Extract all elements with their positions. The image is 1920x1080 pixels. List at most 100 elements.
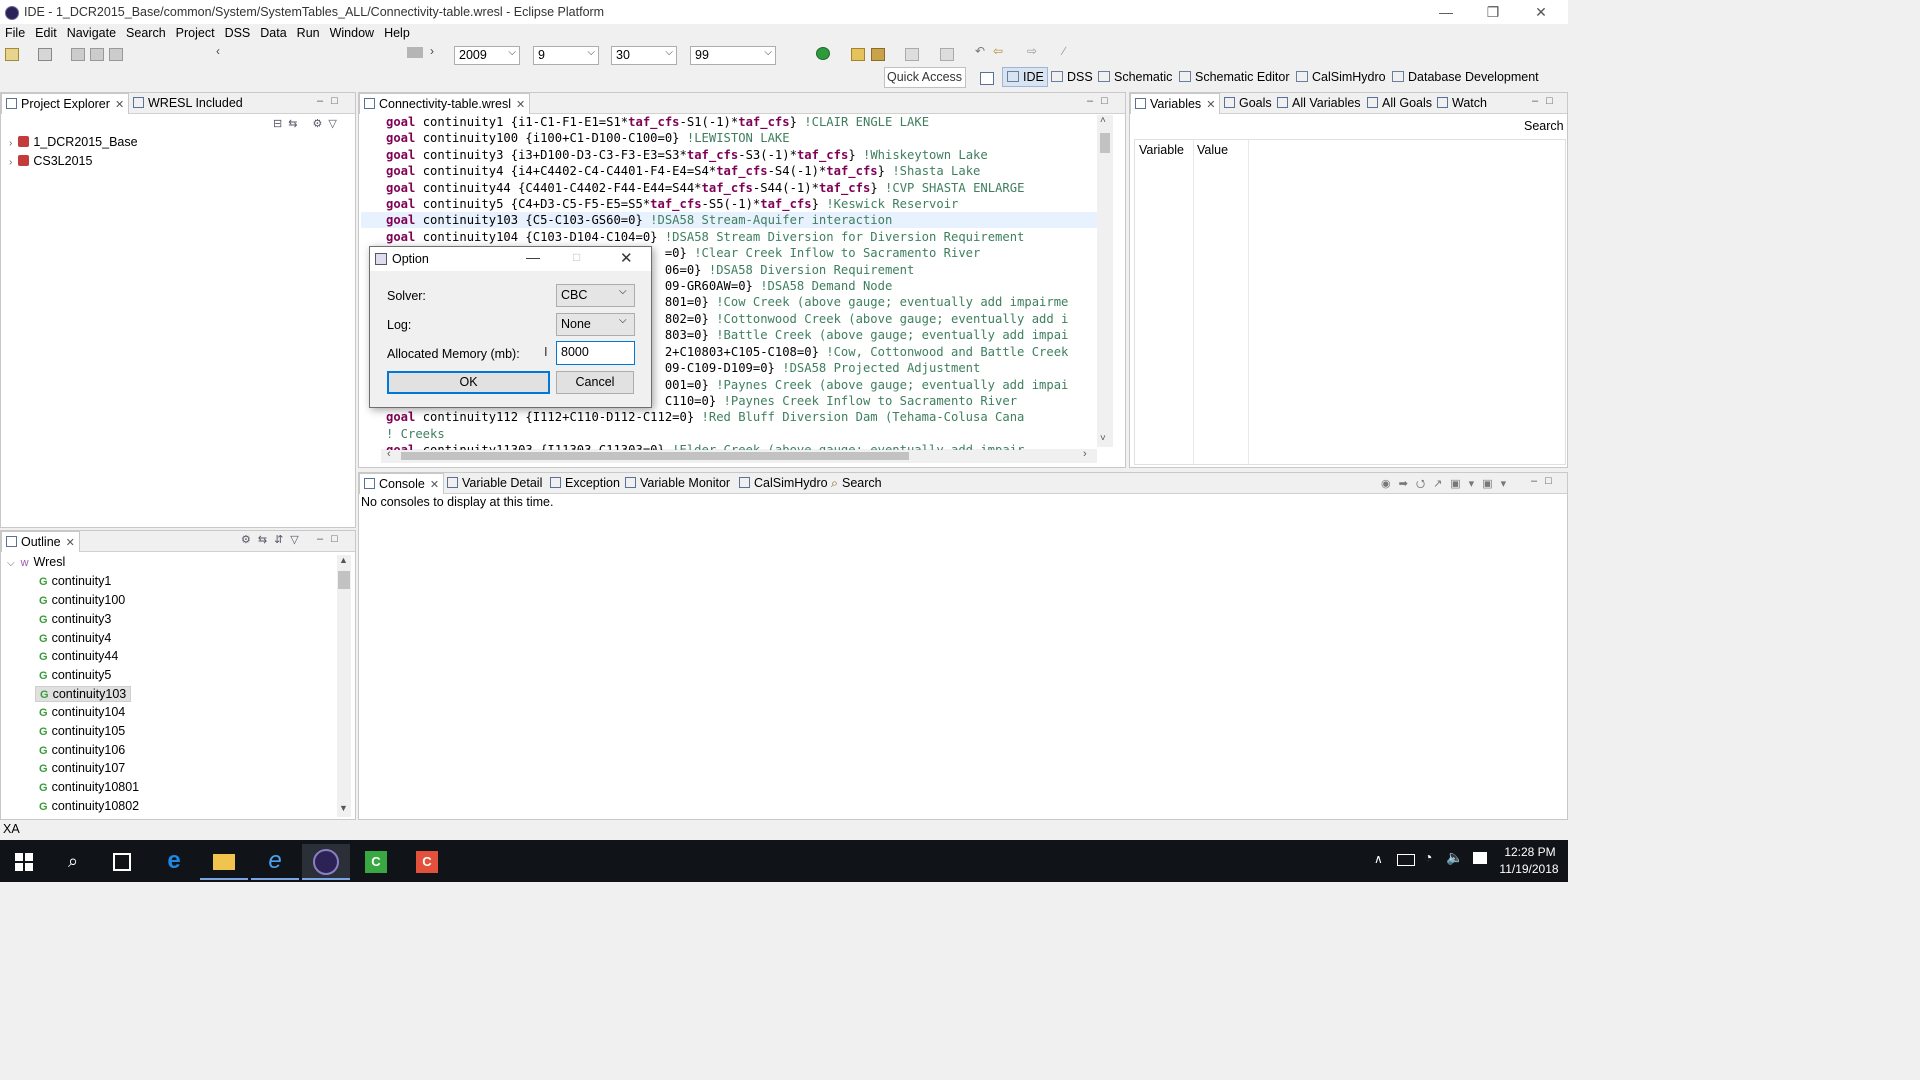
menu-data[interactable]: Data — [255, 24, 291, 42]
list-item[interactable]: Gcontinuity104 — [39, 705, 125, 719]
cycles-combo[interactable]: 99 ⌵ — [690, 46, 776, 65]
restore-button[interactable]: ❐ — [1470, 0, 1516, 24]
column-header-value[interactable]: Value — [1197, 143, 1228, 157]
dialog-maximize-button[interactable]: □ — [573, 250, 580, 264]
menu-edit[interactable]: Edit — [30, 24, 62, 42]
day-combo[interactable]: 30 ⌵ — [611, 46, 677, 65]
tab-connectivity-table[interactable]: Connectivity-table.wresl ✕ — [359, 93, 531, 114]
outline-root[interactable]: ⌵ w Wresl — [7, 555, 65, 569]
minimize-button[interactable]: — — [1423, 0, 1469, 24]
new-icon[interactable] — [5, 48, 19, 61]
ok-button[interactable]: OK — [387, 371, 550, 394]
editor-horizontal-scrollbar[interactable]: ‹ › — [381, 448, 1097, 463]
scroll-left-icon[interactable]: ‹ — [216, 44, 220, 58]
minimize-maximize-icon[interactable]: –□ — [317, 95, 346, 107]
save-icon[interactable] — [71, 48, 85, 61]
solver-select[interactable]: CBC ⌵ — [556, 284, 635, 307]
scroll-down-icon[interactable]: ˅ — [1100, 433, 1106, 444]
tab-console[interactable]: Console ✕ — [359, 473, 445, 494]
tab-variable-detail[interactable]: Variable Detail — [443, 473, 546, 493]
tab-project-explorer[interactable]: Project Explorer ✕ — [1, 93, 130, 114]
minimize-maximize-icon[interactable]: –□ — [1531, 475, 1560, 487]
close-icon[interactable]: ✕ — [516, 99, 525, 111]
eclipse-button[interactable] — [302, 844, 350, 880]
back-icon[interactable]: ⇦ — [993, 44, 1003, 58]
dialog-minimize-button[interactable]: — — [526, 249, 540, 265]
perspective-calsimhydro[interactable]: CalSimHydro — [1296, 70, 1386, 84]
tools-icon[interactable] — [871, 48, 885, 61]
list-item[interactable]: Gcontinuity3 — [39, 612, 111, 626]
variables-search-button[interactable]: Search — [1524, 119, 1564, 133]
perspective-schematic[interactable]: Schematic — [1098, 70, 1172, 84]
open-perspective-icon[interactable] — [980, 72, 994, 85]
last-edit-icon[interactable]: ↶ — [975, 44, 985, 58]
tab-search[interactable]: ⌕ Search — [827, 473, 886, 493]
volume-icon[interactable]: 🔈 — [1446, 849, 1463, 866]
save-all-icon[interactable] — [90, 48, 104, 61]
outline-toolbar-icons[interactable]: ⚙⇆⇵▽ — [241, 533, 306, 546]
camtasia-red-button[interactable]: C — [403, 844, 451, 878]
tree-item[interactable]: › CS3L2015 — [9, 154, 92, 168]
list-item[interactable]: Gcontinuity106 — [39, 743, 125, 757]
debug-run-icon[interactable] — [816, 47, 830, 60]
memory-input[interactable]: 8000 — [556, 341, 635, 365]
menu-help[interactable]: Help — [379, 24, 415, 42]
perspective-database-development[interactable]: Database Development — [1392, 70, 1539, 84]
log-select[interactable]: None ⌵ — [556, 313, 635, 336]
close-icon[interactable]: ✕ — [115, 99, 124, 111]
next-annotation-icon[interactable] — [905, 48, 919, 61]
chevron-up-icon[interactable]: ∧ — [1374, 852, 1383, 866]
quick-access-field[interactable]: Quick Access — [884, 67, 966, 88]
scroll-thumb[interactable] — [401, 452, 909, 460]
tab-watch[interactable]: Watch — [1433, 93, 1491, 113]
list-item[interactable]: Gcontinuity10802 — [39, 799, 139, 813]
scroll-right-icon[interactable]: › — [430, 44, 434, 58]
list-item[interactable]: Gcontinuity107 — [39, 761, 125, 775]
month-combo[interactable]: 9 ⌵ — [533, 46, 599, 65]
file-explorer-button[interactable] — [200, 844, 248, 880]
internet-explorer-button[interactable]: e — [251, 844, 299, 880]
minimize-maximize-icon[interactable]: –□ — [1532, 95, 1561, 107]
minimize-maximize-icon[interactable]: –□ — [1087, 95, 1116, 107]
run-block-icon[interactable] — [407, 47, 423, 58]
menu-project[interactable]: Project — [171, 24, 220, 42]
tab-calsimhydro[interactable]: CalSimHydro — [735, 473, 832, 493]
menu-run[interactable]: Run — [292, 24, 325, 42]
tab-wresl-included[interactable]: WRESL Included — [129, 93, 247, 113]
minimize-maximize-icon[interactable]: –□ — [317, 533, 346, 545]
scroll-thumb[interactable] — [338, 571, 350, 589]
list-item[interactable]: Gcontinuity5 — [39, 668, 111, 682]
tab-all-goals[interactable]: All Goals — [1363, 93, 1436, 113]
menu-dss[interactable]: DSS — [220, 24, 256, 42]
print-icon[interactable] — [109, 48, 123, 61]
open-folder-icon[interactable] — [851, 48, 865, 61]
forward-icon[interactable]: ⇨ — [1027, 44, 1037, 58]
scroll-up-icon[interactable]: ˄ — [1100, 115, 1106, 126]
close-button[interactable]: ✕ — [1518, 0, 1564, 24]
tab-all-variables[interactable]: All Variables — [1273, 93, 1365, 113]
list-item-selected[interactable]: Gcontinuity103 — [35, 686, 132, 702]
notifications-icon[interactable] — [1473, 852, 1487, 864]
edge-button[interactable]: e — [150, 844, 198, 878]
menu-window[interactable]: Window — [325, 24, 379, 42]
collapse-link-icon[interactable]: ⊟⇆ ⚙▽ — [273, 117, 343, 130]
perspective-dss[interactable]: DSS — [1051, 70, 1093, 84]
tab-variable-monitor[interactable]: Variable Monitor — [621, 473, 734, 493]
new-project-icon[interactable] — [38, 48, 52, 61]
column-header-variable[interactable]: Variable — [1139, 143, 1184, 157]
outline-scrollbar[interactable]: ▲ ▼ — [337, 555, 351, 817]
close-icon[interactable]: ✕ — [430, 479, 439, 491]
editor-vertical-scrollbar[interactable]: ˄ ˅ — [1097, 115, 1113, 447]
pin-icon[interactable]: ∕ — [1063, 44, 1065, 58]
list-item[interactable]: Gcontinuity10801 — [39, 780, 139, 794]
menu-navigate[interactable]: Navigate — [62, 24, 121, 42]
search-button[interactable]: ⌕ — [49, 844, 97, 878]
list-item[interactable]: Gcontinuity44 — [39, 649, 118, 663]
scroll-thumb[interactable] — [1100, 133, 1110, 153]
menu-search[interactable]: Search — [121, 24, 171, 42]
start-button[interactable] — [0, 844, 48, 878]
prev-annotation-icon[interactable] — [940, 48, 954, 61]
perspective-schematic-editor[interactable]: Schematic Editor — [1179, 70, 1289, 84]
tab-outline[interactable]: Outline ✕ — [1, 531, 80, 552]
list-item[interactable]: Gcontinuity1 — [39, 574, 111, 588]
